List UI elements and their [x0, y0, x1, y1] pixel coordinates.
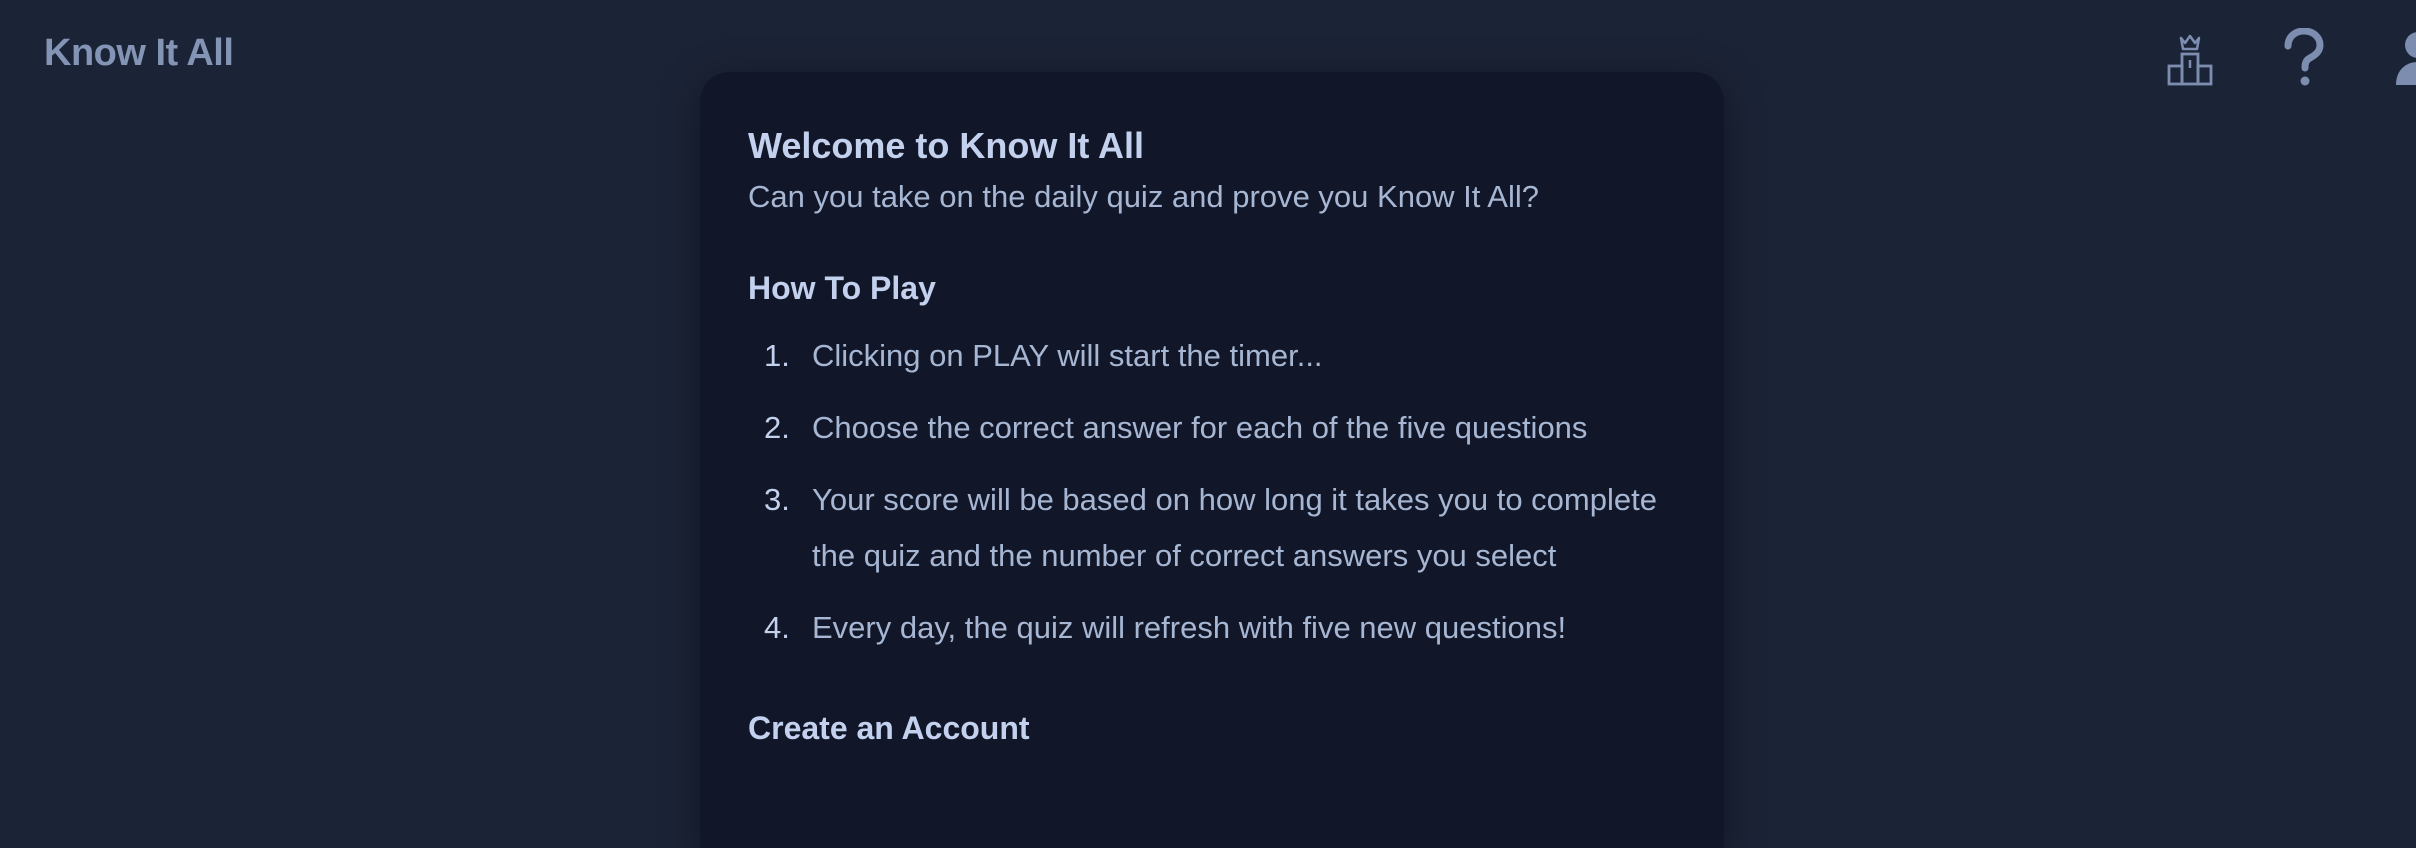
how-to-play-steps: 1. Clicking on PLAY will start the timer…	[748, 328, 1676, 656]
brand-logo[interactable]: Know It All	[44, 32, 234, 75]
step-text: Every day, the quiz will refresh with fi…	[812, 610, 1567, 645]
help-button[interactable]	[2272, 26, 2336, 90]
list-item: 1. Clicking on PLAY will start the timer…	[748, 328, 1672, 384]
step-number: 2.	[764, 410, 790, 445]
header-nav	[2096, 26, 2416, 90]
step-number: 1.	[764, 338, 790, 373]
help-icon	[2284, 28, 2324, 86]
account-icon	[2396, 32, 2416, 85]
welcome-card: Welcome to Know It All Can you take on t…	[700, 72, 1724, 848]
app-root: Know It All Welcome to Know It All Can y…	[0, 0, 2416, 848]
list-item: 2. Choose the correct answer for each of…	[748, 400, 1672, 456]
welcome-subtitle: Can you take on the daily quiz and prove…	[748, 179, 1539, 214]
how-to-play-heading: How To Play	[748, 270, 936, 306]
step-text: Your score will be based on how long it …	[812, 482, 1657, 573]
step-text: Clicking on PLAY will start the timer...	[812, 338, 1323, 373]
account-button[interactable]	[2386, 26, 2416, 90]
step-number: 3.	[764, 482, 790, 517]
create-account-heading: Create an Account	[748, 710, 1030, 746]
list-item: 4. Every day, the quiz will refresh with…	[748, 600, 1672, 656]
leaderboard-icon	[2167, 34, 2213, 86]
step-text: Choose the correct answer for each of th…	[812, 410, 1588, 445]
welcome-title: Welcome to Know It All	[748, 125, 1145, 166]
list-item: 3. Your score will be based on how long …	[748, 472, 1672, 584]
leaderboard-button[interactable]	[2158, 26, 2222, 90]
step-number: 4.	[764, 610, 790, 645]
